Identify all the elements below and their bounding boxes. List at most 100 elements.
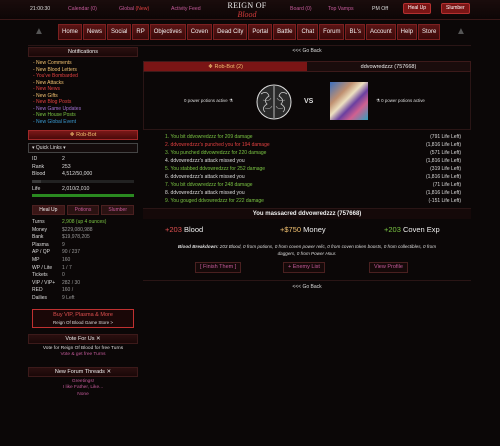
resource-row: Bank $19,978,205	[32, 234, 138, 242]
battle-log-text: 5. You stabbed ddvowredzzz for 252 damag…	[165, 166, 266, 172]
battle-result: <<< Go Back ❖ Rob-Bot (2) ddvowredzzz (7…	[143, 47, 471, 290]
board-link[interactable]: Board (0)	[290, 6, 312, 12]
nav-item-bl-s[interactable]: BL's	[345, 24, 365, 40]
resource-label: VIP / VIP+	[32, 279, 56, 286]
top-bar: 21:00:30 Calendar (0) Global (New) Activ…	[0, 0, 500, 20]
go-back-link[interactable]: <<< Go Back	[143, 47, 471, 55]
sidebar: Notifications - New Comments - New Blood …	[28, 47, 138, 400]
battle-log: 1. You bit ddvowredzzz for 209 damage (79…	[143, 133, 471, 205]
nav-item-store[interactable]: Store	[418, 24, 441, 40]
battle-log-row: 3. You punched ddvowredzzz for 220 damag…	[165, 149, 461, 157]
nav-item-home[interactable]: Home	[58, 24, 83, 40]
resource-value: 160	[62, 256, 71, 263]
resource-value: 9	[62, 241, 65, 248]
forum-thread-link[interactable]: None	[28, 392, 138, 399]
reward-item: +$750 Money	[280, 225, 326, 234]
battle-result-title: You massacred ddvowredzzz (757668)	[143, 208, 471, 219]
nav-item-battle[interactable]: Battle	[273, 24, 297, 40]
close-icon[interactable]: ✕	[96, 336, 101, 342]
stat-value: 4,512/50,000	[62, 171, 93, 177]
resource-label: Plasma	[32, 241, 49, 248]
stat-value: 253	[62, 163, 71, 170]
stat-row: Rank 253	[32, 164, 138, 172]
blood-bar	[32, 179, 134, 183]
stat-label: Blood	[32, 171, 46, 177]
nav-item-news[interactable]: News	[83, 24, 107, 40]
resource-label: Bank	[32, 234, 44, 241]
nav-item-objectives[interactable]: Objectives	[149, 24, 186, 40]
slumber-button[interactable]: Slumber	[441, 3, 470, 14]
add-enemy-list-button[interactable]: + Enemy List	[283, 262, 325, 273]
player-name-header[interactable]: ❖ Rob-Bot	[28, 130, 138, 140]
battle-log-text: 7. You bit ddvowredzzz for 248 damage	[165, 182, 253, 188]
reward-label: Money	[301, 225, 326, 234]
reward-label: Coven Exp	[400, 225, 440, 234]
activity-feed-link[interactable]: Activity Feed	[171, 6, 201, 12]
battle-header: ❖ Rob-Bot (2) ddvowredzzz (757668)	[143, 61, 471, 72]
logo[interactable]: REIGN OF Blood	[221, 1, 273, 19]
defender-name[interactable]: ddvowredzzz (757668)	[307, 62, 470, 71]
quick-links-dropdown[interactable]: ▾ Quick Links ▾	[28, 143, 138, 153]
store-promo[interactable]: Buy VIP, Plasma & More Reign Of Blood Ga…	[32, 308, 134, 328]
nav-item-account[interactable]: Account	[365, 24, 396, 40]
nav-left-arrow-icon[interactable]: ▲	[34, 26, 44, 37]
battle-actions: [ Finish Them ] + Enemy List View Profile	[143, 262, 471, 273]
nav-item-portal[interactable]: Portal	[248, 24, 273, 40]
battle-log-text: 6. ddvowredzzz's attack missed you	[165, 174, 245, 180]
notification-item[interactable]: - New Global Event	[33, 119, 133, 126]
finish-them-button[interactable]: [ Finish Them ]	[195, 262, 242, 273]
resource-row: Tickets 0	[32, 272, 138, 280]
defender-avatar[interactable]	[330, 82, 368, 120]
forum-threads-list: Greetings! I like Father, Like... None	[28, 377, 138, 401]
global-link[interactable]: Global (New)	[119, 6, 149, 12]
view-profile-button[interactable]: View Profile	[369, 262, 408, 273]
resource-value: 90 / 237	[62, 249, 81, 256]
sidebar-tabs: Heal Up Potions Slumber	[32, 205, 135, 215]
vote-link[interactable]: Vote & get free Turns	[28, 352, 138, 359]
battle-log-life: (319 Life Left)	[430, 166, 461, 172]
stat-label: ID	[32, 156, 38, 162]
resource-row: MP 160	[32, 257, 138, 265]
calendar-link[interactable]: Calendar (0)	[68, 6, 97, 12]
close-icon[interactable]: ✕	[106, 369, 111, 375]
nav-item-coven[interactable]: Coven	[186, 24, 213, 40]
tab-heal-up[interactable]: Heal Up	[32, 205, 65, 215]
battle-log-life: (-151 Life Left)	[428, 198, 461, 204]
heal-up-button[interactable]: Heal Up	[403, 3, 432, 14]
battle-log-life: (1,816 Life Left)	[425, 190, 461, 196]
nav-item-social[interactable]: Social	[107, 24, 132, 40]
attacker-name[interactable]: ❖ Rob-Bot (2)	[144, 62, 307, 71]
blood-breakdown: Blood Breakdown: 203 Blood, 0 from potio…	[177, 244, 437, 256]
battle-log-text: 3. You punched ddvowredzzz for 220 damag…	[165, 150, 267, 156]
nav-item-help[interactable]: Help	[396, 24, 417, 40]
vote-text: Vote for Reign Of Blood for free Turns V…	[28, 344, 138, 361]
notifications-list: - New Comments - New Blood Letters - You'v…	[28, 57, 138, 128]
server-time: 21:00:30	[30, 6, 51, 12]
nav-item-chat[interactable]: Chat	[297, 24, 319, 40]
resource-label: RED	[32, 287, 43, 294]
vote-header: Vote For Us ✕	[28, 333, 138, 344]
battle-log-life: (571 Life Left)	[430, 150, 461, 156]
resource-row: Dailies 9 Left	[32, 295, 138, 303]
resource-label: Tickets	[32, 272, 48, 279]
resource-label: Turns	[32, 219, 45, 225]
nav-right-arrow-icon[interactable]: ▲	[456, 26, 466, 37]
battle-log-row: 8. ddvowredzzz's attack missed you (1,816…	[165, 189, 461, 197]
battle-log-text: 4. ddvowredzzz's attack missed you	[165, 158, 245, 164]
attacker-avatar[interactable]	[255, 82, 293, 122]
pm-toggle[interactable]: PM Off	[372, 6, 388, 12]
go-back-link-bottom[interactable]: <<< Go Back	[143, 280, 471, 290]
vs-label: VS	[304, 98, 314, 105]
tab-potions[interactable]: Potions	[66, 205, 100, 215]
resource-label: MP	[32, 256, 40, 263]
resource-value: 160 /	[62, 287, 74, 294]
resource-row: VIP / VIP+ 282 / 30	[32, 280, 138, 288]
nav-item-dead-city[interactable]: Dead City	[213, 24, 248, 40]
top-vamps-link[interactable]: Top Vamps	[328, 6, 354, 12]
defender-potions: ⚗ 0 power potions active	[376, 98, 425, 103]
stat-row: ID 2	[32, 156, 138, 164]
tab-slumber[interactable]: Slumber	[101, 205, 135, 215]
forum-threads-header: New Forum Threads ✕	[28, 366, 138, 377]
nav-item-forum[interactable]: Forum	[319, 24, 345, 40]
nav-item-rp[interactable]: RP	[132, 24, 149, 40]
